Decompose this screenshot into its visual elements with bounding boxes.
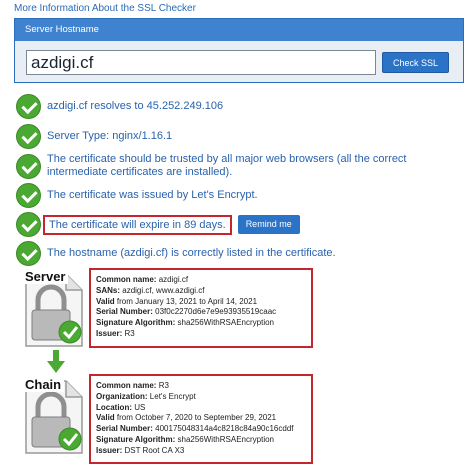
result-text: The certificate was issued by Let's Encr… <box>47 189 258 201</box>
field-label: Serial Number: <box>96 307 153 317</box>
sigalg-value: sha256WithRSAEncryption <box>177 434 275 444</box>
panel-title: Server Hostname <box>15 19 463 41</box>
expiry-text: The certificate will expire in 89 days. <box>43 214 232 235</box>
checkmark-icon <box>16 124 41 149</box>
server-cert-details: Common name: azdigi.cf SANs: azdigi.cf, … <box>89 268 313 348</box>
chain-cert-details: Common name: R3 Organization: Let's Encr… <box>89 374 313 464</box>
field-label: Location: <box>96 402 132 412</box>
server-label: Server <box>22 269 69 284</box>
result-text: The certificate should be trusted by all… <box>47 153 407 178</box>
field-label: Common name: <box>96 381 157 390</box>
valid-value: from January 13, 2021 to April 14, 2021 <box>116 296 258 306</box>
result-row: The certificate will expire in 89 days. … <box>16 212 300 237</box>
arrow-down-icon <box>46 350 66 379</box>
field-label: Issuer: <box>96 445 123 455</box>
serial-value: 03f0c2270d6e7e9e93935519caac <box>155 307 277 317</box>
checkmark-icon <box>16 212 41 237</box>
field-label: SANs: <box>96 285 121 295</box>
issuer-value: R3 <box>124 328 135 338</box>
field-label: Serial Number: <box>96 424 153 434</box>
field-label: Common name: <box>96 275 157 284</box>
result-row: The certificate should be trusted by all… <box>16 153 466 179</box>
result-text: azdigi.cf resolves to 45.252.249.106 <box>47 100 224 112</box>
field-label: Organization: <box>96 391 148 401</box>
field-label: Signature Algorithm: <box>96 434 176 444</box>
checkmark-icon <box>16 94 41 119</box>
checkmark-icon <box>16 183 41 208</box>
result-row: azdigi.cf resolves to 45.252.249.106 <box>16 94 223 119</box>
check-ssl-button[interactable]: Check SSL <box>382 52 449 73</box>
result-text: The hostname (azdigi.cf) is correctly li… <box>47 247 336 259</box>
result-text: Server Type: nginx/1.16.1 <box>47 130 173 142</box>
checkmark-icon <box>16 153 41 179</box>
remind-me-button[interactable]: Remind me <box>237 215 300 234</box>
result-row: Server Type: nginx/1.16.1 <box>16 124 172 149</box>
location-value: US <box>134 402 146 412</box>
field-label: Signature Algorithm: <box>96 318 176 328</box>
ssl-checker-info-link[interactable]: More Information About the SSL Checker <box>14 3 196 14</box>
valid-value: from October 7, 2020 to September 29, 20… <box>116 413 277 423</box>
checkmark-icon <box>16 241 41 266</box>
sigalg-value: sha256WithRSAEncryption <box>177 318 275 328</box>
field-label: Valid <box>96 413 115 423</box>
serial-value: 400175048314a4c8218c84a90c16cddf <box>155 424 294 434</box>
common-name-value: R3 <box>158 381 169 390</box>
chain-label: Chain <box>22 377 65 392</box>
result-row: The hostname (azdigi.cf) is correctly li… <box>16 241 336 266</box>
server-hostname-panel: Server Hostname azdigi.cf Check SSL <box>14 18 464 83</box>
sans-value: azdigi.cf, www.azdigi.cf <box>122 285 205 295</box>
field-label: Issuer: <box>96 328 123 338</box>
field-label: Valid <box>96 296 115 306</box>
common-name-value: azdigi.cf <box>158 275 189 284</box>
result-row: The certificate was issued by Let's Encr… <box>16 183 258 208</box>
org-value: Let's Encrypt <box>149 391 196 401</box>
hostname-input[interactable]: azdigi.cf <box>26 50 376 75</box>
issuer-value: DST Root CA X3 <box>124 445 185 455</box>
